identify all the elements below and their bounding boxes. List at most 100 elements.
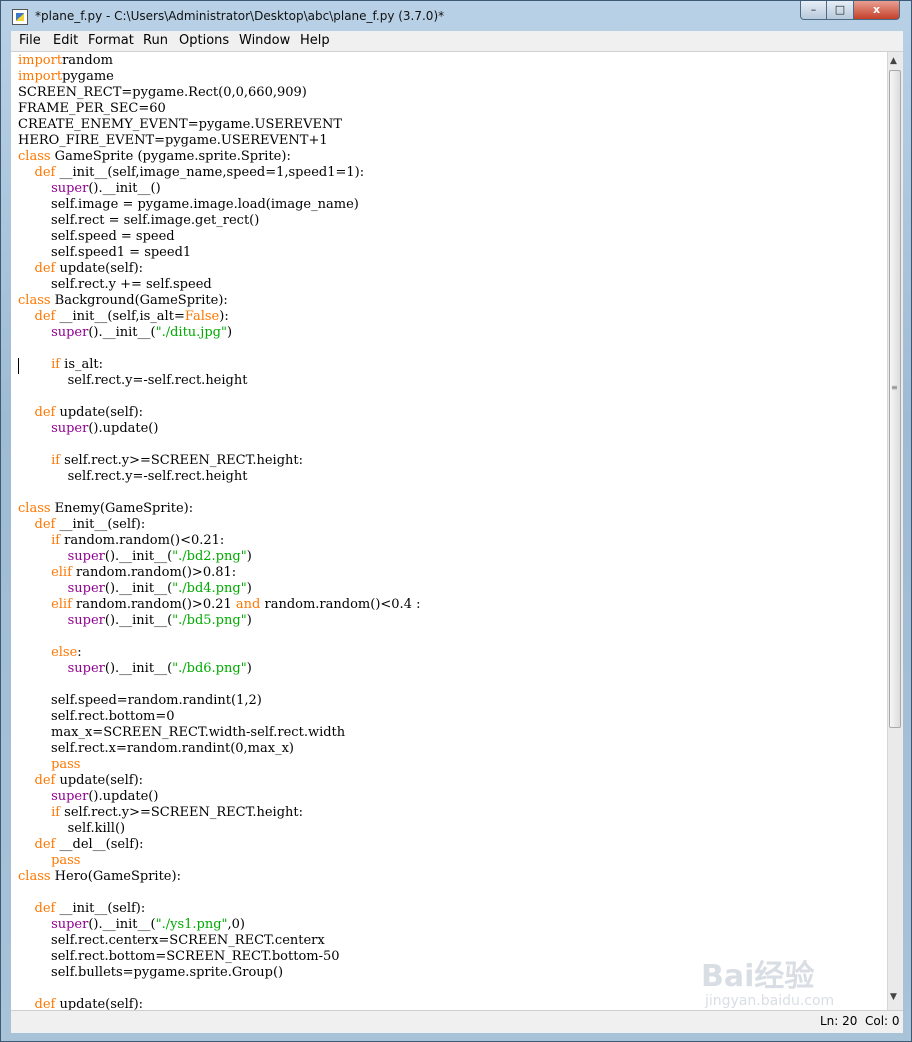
scroll-up-arrow-icon[interactable]: ▲ [890,56,897,66]
code-line[interactable]: self.rect = self.image.get_rect() [18,213,420,229]
grip-icon: ≡ [891,383,898,392]
code-token: ) [226,325,233,340]
code-editor[interactable]: importrandom importpygame SCREEN_RECT=pyga… [11,52,887,1010]
code-line[interactable]: def __init__(self,image_name,speed=1,spe… [18,165,420,181]
code-line[interactable]: self.image = pygame.image.load(image_nam… [18,197,420,213]
code-text[interactable]: importrandom importpygame SCREEN_RECT=pyga… [18,53,420,1010]
title-bar[interactable]: *plane_f.py - C:\Users\Administrator\Des… [1,1,911,31]
code-line[interactable]: def update(self): [18,997,420,1010]
vertical-scrollbar[interactable]: ▲ ≡ ▼ [887,52,903,1010]
code-line[interactable]: super().__init__("./ditu.jpg") [18,325,420,341]
code-line[interactable]: max_x=SCREEN_RECT.width-self.rect.width [18,725,420,741]
code-line[interactable]: self.rect.y=-self.rect.height [18,373,420,389]
code-line[interactable]: pass [18,757,420,773]
code-token: CREATE_ENEMY_EVENT=pygame.USEREVENT [18,117,343,132]
code-line[interactable]: def __init__(self,is_alt=False): [18,309,420,325]
code-token: "./bd6.png" [172,661,247,676]
code-token: if [51,453,61,468]
code-line[interactable]: self.bullets=pygame.sprite.Group() [18,965,420,981]
code-line[interactable]: SCREEN_RECT=pygame.Rect(0,0,660,909) [18,85,420,101]
code-line[interactable]: def update(self): [18,773,420,789]
menu-run[interactable]: Run [143,33,168,48]
code-line[interactable]: pass [18,853,420,869]
code-line[interactable]: if self.rect.y>=SCREEN_RECT.height: [18,805,420,821]
code-line[interactable]: super().__init__("./bd4.png") [18,581,420,597]
minimize-button[interactable]: – [800,1,827,20]
code-line[interactable]: else: [18,645,420,661]
menu-options[interactable]: Options [179,33,229,48]
code-token: "./bd5.png" [172,613,247,628]
code-line[interactable] [18,485,420,501]
code-line[interactable]: self.rect.y=-self.rect.height [18,469,420,485]
code-line[interactable]: self.speed1 = speed1 [18,245,420,261]
code-line[interactable]: self.rect.x=random.randint(0,max_x) [18,741,420,757]
code-line[interactable]: super().update() [18,789,420,805]
code-line[interactable]: self.speed=random.randint(1,2) [18,693,420,709]
code-line[interactable]: self.rect.y += self.speed [18,277,420,293]
menu-format[interactable]: Format [88,33,134,48]
code-line[interactable]: if random.random()<0.21: [18,533,420,549]
code-token: ) [246,613,252,628]
code-line[interactable]: elif random.random()>0.21 and random.ran… [18,597,420,613]
code-line[interactable]: super().__init__() [18,181,420,197]
code-line[interactable]: super().__init__("./bd6.png") [18,661,420,677]
code-line[interactable]: def __del__(self): [18,837,420,853]
code-line[interactable]: super().update() [18,421,420,437]
code-token: HERO_FIRE_EVENT=pygame.USEREVENT+1 [18,133,328,148]
code-line[interactable]: self.kill() [18,821,420,837]
code-token: ().__init__() [88,181,161,196]
code-line[interactable]: class Enemy(GameSprite): [18,501,420,517]
menu-window[interactable]: Window [239,33,290,48]
code-line[interactable] [18,885,420,901]
code-line[interactable]: super().__init__("./ys1.png",0) [18,917,420,933]
menu-edit[interactable]: Edit [53,33,78,48]
code-line[interactable] [18,981,420,997]
code-line[interactable] [18,437,420,453]
scroll-down-arrow-icon[interactable]: ▼ [890,992,897,1002]
code-line[interactable]: if is_alt: [18,357,420,373]
code-line[interactable]: importpygame [18,69,420,85]
code-line[interactable] [18,629,420,645]
code-token: class [18,869,51,884]
code-token: if [51,805,61,820]
code-line[interactable]: HERO_FIRE_EVENT=pygame.USEREVENT+1 [18,133,420,149]
code-line[interactable]: FRAME_PER_SEC=60 [18,101,420,117]
code-line[interactable]: self.rect.bottom=SCREEN_RECT.bottom-50 [18,949,420,965]
code-line[interactable] [18,677,420,693]
code-token: import [18,69,63,84]
code-line[interactable]: importrandom [18,53,420,69]
menu-file[interactable]: File [19,33,41,48]
code-line[interactable]: super().__init__("./bd2.png") [18,549,420,565]
code-line[interactable]: def __init__(self): [18,901,420,917]
code-line[interactable]: def update(self): [18,261,420,277]
code-line[interactable]: class GameSprite (pygame.sprite.Sprite): [18,149,420,165]
code-line[interactable] [18,389,420,405]
code-line[interactable]: class Hero(GameSprite): [18,869,420,885]
code-line[interactable]: if self.rect.y>=SCREEN_RECT.height: [18,453,420,469]
code-line[interactable]: class Background(GameSprite): [18,293,420,309]
code-token: ().__init__( [104,661,173,676]
code-token: "./bd2.png" [172,549,247,564]
code-line[interactable]: self.speed = speed [18,229,420,245]
code-line[interactable]: self.rect.bottom=0 [18,709,420,725]
code-line[interactable]: elif random.random()>0.81: [18,565,420,581]
maximize-button[interactable]: □ [826,1,854,20]
code-token: self.speed = speed [18,229,175,244]
code-line[interactable]: def update(self): [18,405,420,421]
code-line[interactable]: def __init__(self): [18,517,420,533]
code-line[interactable]: super().__init__("./bd5.png") [18,613,420,629]
code-line[interactable]: CREATE_ENEMY_EVENT=pygame.USEREVENT [18,117,420,133]
code-line[interactable] [18,341,420,357]
code-token: self.rect.bottom=0 [18,709,175,724]
code-line[interactable]: self.rect.centerx=SCREEN_RECT.centerx [18,933,420,949]
scrollbar-thumb[interactable]: ≡ [889,70,901,728]
close-button[interactable]: x [853,1,900,20]
menu-help[interactable]: Help [300,33,330,48]
